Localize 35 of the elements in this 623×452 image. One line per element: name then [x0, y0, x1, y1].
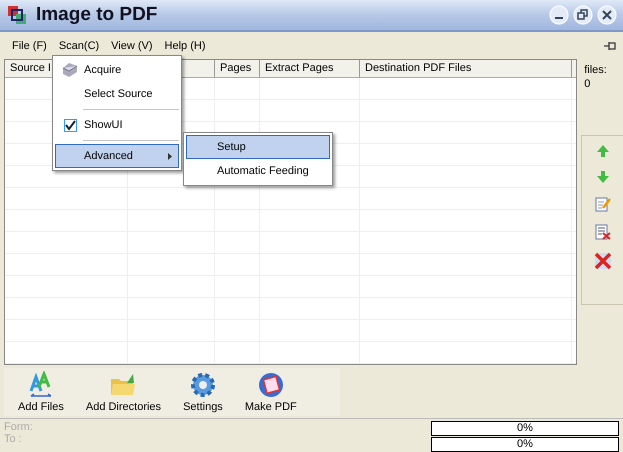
delete-document-icon[interactable]: [594, 224, 611, 240]
menu-entry[interactable]: Advanced: [55, 144, 179, 168]
restore-icon[interactable]: [573, 4, 593, 25]
menu-entry[interactable]: Automatic Feeding: [186, 159, 330, 183]
files-count: 0: [583, 77, 592, 92]
menu-entry[interactable]: Acquire: [55, 58, 179, 82]
menu-entry[interactable]: ShowUI: [55, 113, 179, 137]
delete-icon[interactable]: [594, 252, 612, 270]
column-header[interactable]: Destination PDF Files: [360, 60, 572, 78]
close-icon[interactable]: [597, 4, 617, 25]
menu-item[interactable]: View (V): [105, 40, 159, 52]
from-label: Form:: [4, 420, 34, 433]
toolbar-button[interactable]: Add Directories: [78, 371, 170, 414]
edit-icon[interactable]: [594, 196, 611, 212]
column-header[interactable]: Pages: [215, 60, 260, 78]
menu-entry[interactable]: Select Source: [55, 82, 179, 106]
progress-reading: 0%: [517, 422, 533, 434]
toolbar-button[interactable]: Make PDF: [236, 371, 305, 414]
progress-reading: 0%: [517, 438, 533, 450]
files-label: files:: [583, 63, 608, 78]
app-icon: [6, 4, 28, 26]
minimize-icon[interactable]: [549, 4, 569, 25]
scanner-icon: [61, 62, 79, 78]
settings-icon: [188, 371, 217, 400]
menu-item[interactable]: File (F): [6, 40, 53, 52]
submenu-arrow-icon: [168, 152, 172, 160]
toolbar-button[interactable]: Add Files: [10, 371, 72, 414]
menu-item[interactable]: Help (H): [158, 40, 212, 52]
pin-icon[interactable]: [603, 40, 617, 52]
menu-item[interactable]: Scan(C): [52, 40, 106, 52]
toolbar-button[interactable]: Settings: [175, 371, 231, 414]
to-label: To :: [4, 432, 23, 445]
menu-entry[interactable]: Setup: [186, 135, 330, 159]
window-title: Image to PDF: [36, 4, 158, 26]
column-header[interactable]: Extract Pages: [260, 60, 360, 78]
